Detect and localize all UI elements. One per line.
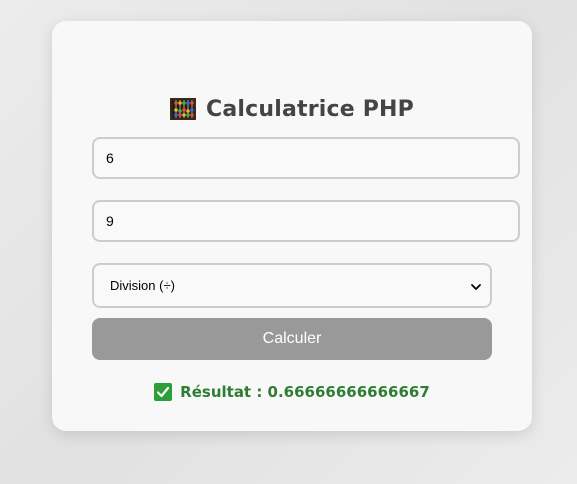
- abacus-icon: [169, 98, 196, 120]
- first-number-input[interactable]: [92, 137, 520, 179]
- check-box-icon: [154, 383, 173, 401]
- result-row: Résultat : 0.66666666666667: [52, 381, 532, 403]
- page-title: Calculatrice PHP: [205, 96, 414, 122]
- title-row: Calculatrice PHP: [52, 93, 532, 125]
- calculate-button[interactable]: Calculer: [92, 318, 492, 360]
- result-text: Résultat : 0.66666666666667: [180, 383, 430, 401]
- chevron-down-icon: [470, 280, 482, 292]
- calculator-card: Calculatrice PHP Division (÷) Calculer R…: [52, 21, 532, 431]
- second-number-input[interactable]: [92, 200, 520, 242]
- operation-selected-value: Division (÷): [110, 278, 175, 293]
- operation-select[interactable]: Division (÷): [92, 263, 492, 308]
